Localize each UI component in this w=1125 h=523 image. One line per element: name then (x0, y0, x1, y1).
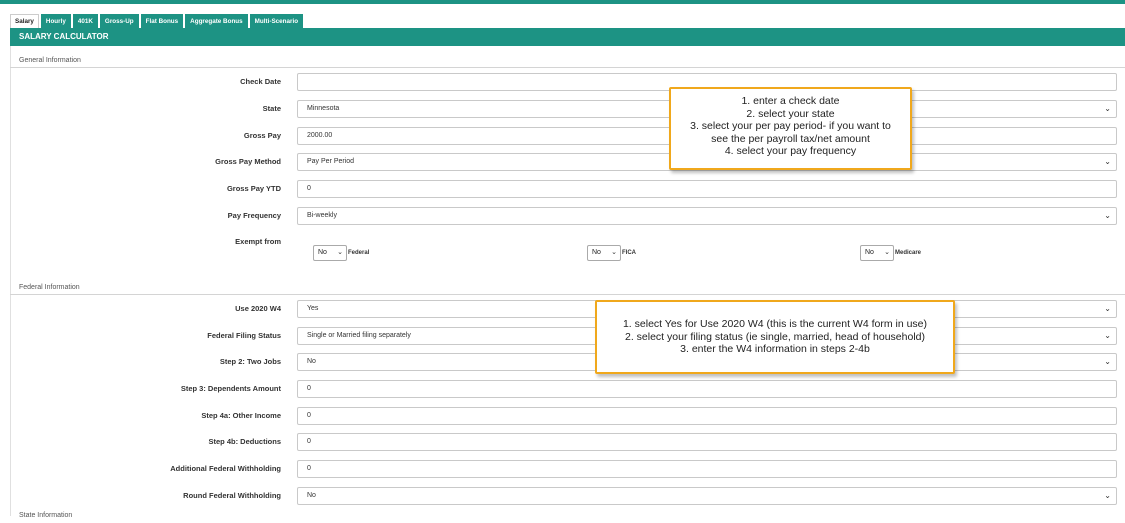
tab-gross-up[interactable]: Gross-Up (99, 14, 139, 28)
tab-multi-scenario[interactable]: Multi-Scenario (249, 14, 304, 28)
gross-pay-ytd-input[interactable]: 0 (297, 180, 1117, 198)
pay-frequency-label: Pay Frequency (227, 211, 281, 220)
step3-dependents-label: Step 3: Dependents Amount (180, 384, 281, 393)
tab-aggregate-bonus[interactable]: Aggregate Bonus (185, 14, 248, 28)
step2-two-jobs-label: Step 2: Two Jobs (219, 357, 281, 366)
chevron-down-icon: ⌄ (1104, 331, 1111, 340)
federal-filing-status-label: Federal Filing Status (207, 331, 281, 340)
callout-line: 3. select your per pay period- if you wa… (690, 120, 891, 132)
exempt-medicare-label: Medicare (895, 250, 922, 256)
instruction-callout-general: 1. enter a check date 2. select your sta… (669, 87, 912, 170)
state-value: Minnesota (307, 105, 340, 112)
use-2020-w4-value: Yes (307, 305, 319, 312)
top-accent-bar (0, 0, 1125, 4)
tab-flat-bonus[interactable]: Flat Bonus (140, 14, 184, 28)
step4b-deductions-input[interactable]: 0 (297, 433, 1117, 451)
round-federal-withholding-select[interactable]: No ⌄ (297, 487, 1117, 505)
callout-line: 2. select your filing status (ie single,… (625, 330, 925, 343)
federal-filing-status-value: Single or Married filing separately (307, 332, 411, 339)
pay-frequency-select[interactable]: Bi-weekly ⌄ (297, 207, 1117, 225)
gross-pay-ytd-label: Gross Pay YTD (226, 184, 281, 193)
exempt-from-label: Exempt from (235, 237, 281, 246)
exempt-fica-value: No (592, 249, 601, 256)
step4a-other-income-label: Step 4a: Other Income (201, 411, 281, 420)
tab-hourly[interactable]: Hourly (40, 14, 71, 28)
round-federal-withholding-value: No (307, 492, 316, 499)
round-federal-withholding-label: Round Federal Withholding (183, 491, 281, 500)
additional-federal-withholding-input[interactable]: 0 (297, 460, 1117, 478)
callout-line: 3. enter the W4 information in steps 2-4… (680, 343, 870, 355)
step4a-other-income-input[interactable]: 0 (297, 407, 1117, 425)
gross-pay-label: Gross Pay (243, 131, 281, 140)
step4b-deductions-label: Step 4b: Deductions (208, 437, 281, 446)
check-date-label: Check Date (240, 77, 281, 86)
panel-border (10, 46, 11, 516)
exempt-medicare-select[interactable]: No ⌄ (860, 245, 894, 261)
callout-line: 1. select Yes for Use 2020 W4 (this is t… (622, 318, 928, 330)
callout-line: see the per payroll tax/net amount (711, 132, 870, 145)
step2-two-jobs-value: No (307, 358, 316, 365)
state-label: State (262, 104, 281, 113)
step3-dependents-input[interactable]: 0 (297, 380, 1117, 398)
tab-salary[interactable]: Salary (10, 14, 39, 28)
section-general-information: General Information (10, 55, 1125, 68)
callout-line: 1. enter a check date (741, 95, 840, 107)
callout-line: 2. select your state (746, 107, 835, 120)
gross-pay-method-value: Pay Per Period (307, 158, 355, 165)
pay-frequency-value: Bi-weekly (307, 212, 337, 219)
exempt-federal-select[interactable]: No ⌄ (313, 245, 347, 261)
chevron-down-icon: ⌄ (337, 249, 343, 256)
chevron-down-icon: ⌄ (1104, 491, 1111, 500)
page-title: SALARY CALCULATOR (10, 28, 1125, 46)
section-federal-information: Federal Information (10, 282, 1125, 295)
chevron-down-icon: ⌄ (1104, 104, 1111, 113)
gross-pay-method-label: Gross Pay Method (215, 157, 281, 166)
chevron-down-icon: ⌄ (1104, 357, 1111, 366)
exempt-federal-value: No (318, 249, 327, 256)
chevron-down-icon: ⌄ (611, 249, 617, 256)
use-2020-w4-label: Use 2020 W4 (235, 304, 281, 313)
tab-401k[interactable]: 401K (72, 14, 98, 28)
exempt-fica-label: FICA (622, 250, 636, 256)
chevron-down-icon: ⌄ (1104, 211, 1111, 220)
exempt-medicare-value: No (865, 249, 874, 256)
chevron-down-icon: ⌄ (884, 249, 890, 256)
exempt-federal-label: Federal (348, 250, 370, 256)
section-state-information: State Information (19, 512, 73, 519)
exempt-fica-select[interactable]: No ⌄ (587, 245, 621, 261)
callout-line: 4. select your pay frequency (724, 145, 857, 157)
chevron-down-icon: ⌄ (1104, 304, 1111, 313)
chevron-down-icon: ⌄ (1104, 157, 1111, 166)
additional-federal-withholding-label: Additional Federal Withholding (170, 464, 281, 473)
calculator-tabs: Salary Hourly 401K Gross-Up Flat Bonus A… (10, 14, 304, 28)
instruction-callout-federal: 1. select Yes for Use 2020 W4 (this is t… (595, 300, 955, 374)
